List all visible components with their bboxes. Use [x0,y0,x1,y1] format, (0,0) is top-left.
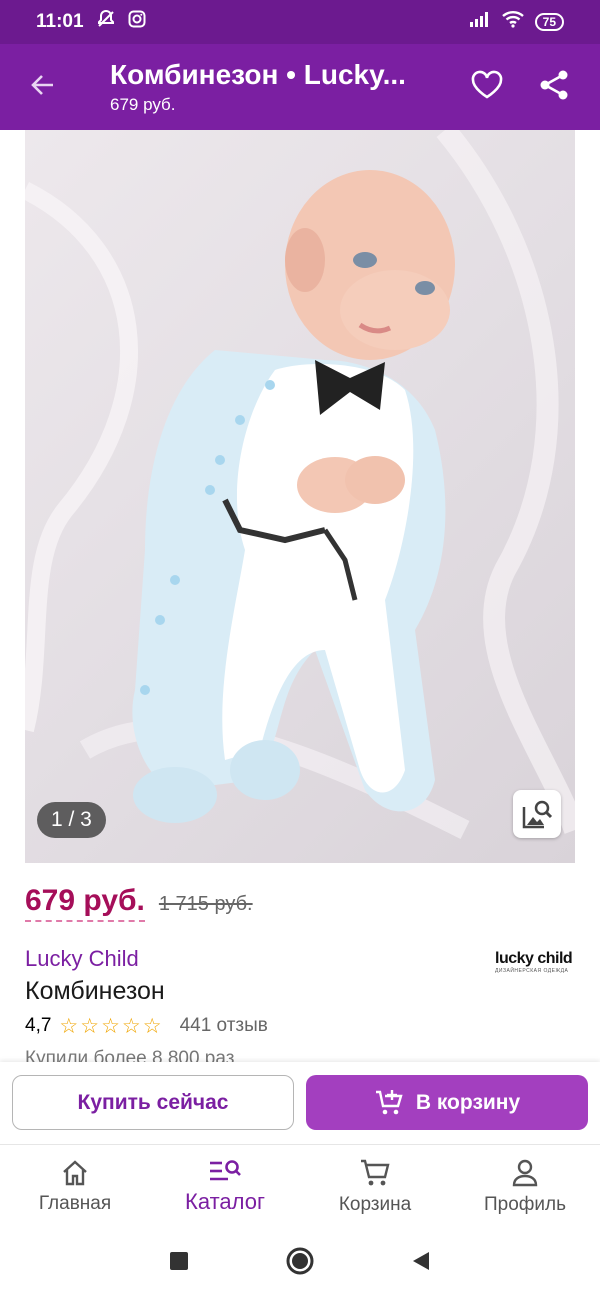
star-icon: ☆ [59,1014,79,1038]
bell-off-icon [96,9,116,35]
share-button[interactable] [538,69,570,106]
star-icon: ☆ [101,1014,120,1038]
brand-logo-text: lucky child [495,950,573,967]
product-name: Комбинезон [25,977,165,1005]
add-to-cart-button[interactable]: В корзину [306,1075,588,1130]
nav-item-cart[interactable]: Корзина [300,1145,450,1228]
circle-icon [286,1247,314,1275]
nav-item-profile[interactable]: Профиль [450,1145,600,1228]
profile-icon [512,1159,538,1186]
recents-button[interactable] [169,1251,189,1276]
cart-icon [361,1159,390,1185]
nav-item-home[interactable]: Главная [0,1145,150,1228]
nav-label-home: Главная [38,1192,112,1214]
current-price[interactable]: 679 руб. [25,884,145,922]
signal-icon [469,11,491,33]
rating-value: 4,7 [25,1015,52,1036]
home-icon [63,1159,87,1185]
star-icon: ☆ [142,1014,162,1038]
page-subtitle: 679 руб. [110,95,176,114]
image-search-button[interactable] [513,790,561,838]
app-bar: Комбинезон • Lucky... 679 руб. [0,44,600,130]
add-to-cart-label: В корзину [415,1090,521,1114]
page-title: Комбинезон • Lucky... [110,59,406,90]
image-counter: 1 / 3 [37,802,106,838]
heart-icon [471,70,503,99]
back-button[interactable] [0,44,86,130]
brand-logo-tagline: ДИЗАЙНЕРСКАЯ ОДЕЖДА [495,968,569,974]
back-arrow-icon [29,71,57,104]
status-bar: 11:01 75 [0,0,600,44]
image-search-icon [522,800,553,829]
bottom-nav: Главная Каталог Корзина Профиль [0,1144,600,1228]
action-panel: Купить сейчас В корзину [0,1062,600,1144]
favorite-button[interactable] [470,70,504,105]
old-price: 1 715 руб. [158,893,253,915]
rating-stars: ☆ ☆ ☆ ☆ ☆ [59,1016,161,1037]
instagram-icon [128,10,146,34]
system-nav-bar [0,1228,600,1299]
baby-romper-photo [25,130,575,839]
nav-label-catalog: Каталог [185,1188,265,1214]
nav-label-cart: Корзина [338,1193,412,1215]
battery-indicator: 75 [534,13,564,31]
status-time: 11:01 [36,11,84,32]
star-icon: ☆ [121,1014,141,1038]
wifi-icon [501,10,525,34]
price-row: 679 руб. 1 715 руб. [25,884,253,922]
buy-now-label: Купить сейчас [77,1090,229,1114]
product-image[interactable]: 1 / 3 [25,130,575,863]
buy-now-button[interactable]: Купить сейчас [12,1075,294,1130]
back-system-button[interactable] [411,1250,431,1277]
square-icon [170,1252,188,1270]
cart-add-icon [375,1089,403,1114]
brand-link[interactable]: Lucky Child [25,946,139,972]
star-icon: ☆ [80,1014,100,1038]
rating-row[interactable]: 4,7 ☆ ☆ ☆ ☆ ☆ 441 отзыв [25,1015,268,1037]
nav-item-catalog[interactable]: Каталог [150,1145,300,1228]
catalog-search-icon [210,1159,241,1180]
reviews-count: 441 отзыв [179,1015,268,1036]
share-icon [540,70,568,99]
nav-label-profile: Профиль [483,1193,567,1215]
home-system-button[interactable] [285,1246,315,1281]
brand-logo[interactable]: lucky child ДИЗАЙНЕРСКАЯ ОДЕЖДА [495,950,573,974]
triangle-back-icon [413,1252,429,1270]
